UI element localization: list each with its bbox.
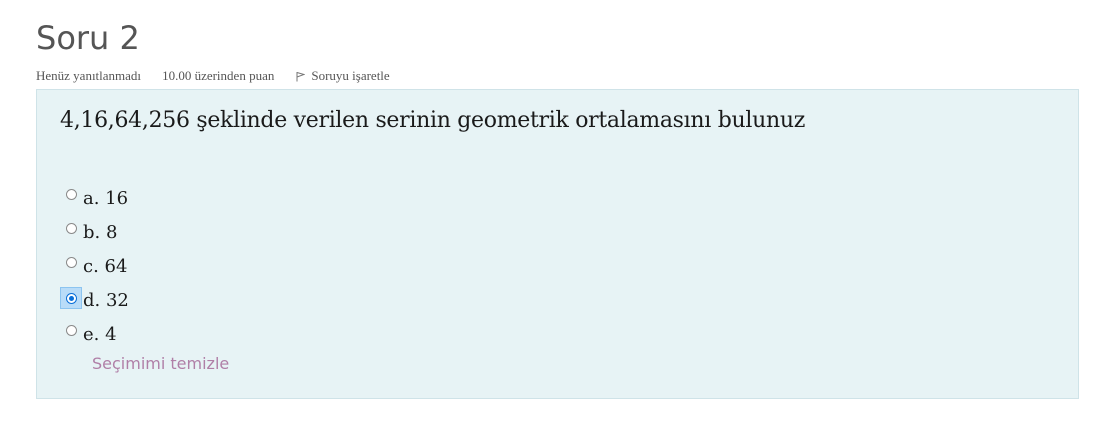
radio-button-b[interactable] (65, 222, 77, 234)
question-heading: Soru 2 (36, 19, 140, 57)
radio-button-d[interactable] (65, 292, 77, 304)
answer-label-a[interactable]: a. 16 (83, 188, 128, 209)
answer-option-d[interactable]: d. 32 (60, 282, 129, 316)
answer-label-b[interactable]: b. 8 (83, 222, 117, 243)
question-grade: 10.00 üzerinden puan (162, 68, 275, 83)
radio-button-e[interactable] (65, 324, 77, 336)
answer-label-c[interactable]: c. 64 (83, 256, 127, 277)
flag-question-label: Soruyu işaretle (311, 68, 390, 83)
radio-button-a[interactable] (65, 188, 77, 200)
answer-label-d[interactable]: d. 32 (83, 290, 129, 311)
clear-choice-link[interactable]: Seçimimi temizle (92, 354, 229, 373)
answer-option-a[interactable]: a. 16 (65, 180, 129, 214)
answer-option-c[interactable]: c. 64 (65, 248, 129, 282)
question-status: Henüz yanıtlanmadı (36, 68, 142, 83)
answer-option-b[interactable]: b. 8 (65, 214, 129, 248)
flag-icon (296, 71, 306, 81)
flag-question-link[interactable]: Soruyu işaretle (296, 68, 390, 84)
question-info: Henüz yanıtlanmadı 10.00 üzerinden puan … (36, 68, 390, 84)
question-box: 4,16,64,256 şeklinde verilen serinin geo… (36, 89, 1079, 399)
question-text: 4,16,64,256 şeklinde verilen serinin geo… (60, 108, 805, 133)
answer-options: a. 16 b. 8 c. 64 d. 32 e. 4 (60, 180, 129, 350)
radio-button-c[interactable] (65, 256, 77, 268)
answer-label-e[interactable]: e. 4 (83, 324, 117, 345)
answer-option-e[interactable]: e. 4 (65, 316, 129, 350)
